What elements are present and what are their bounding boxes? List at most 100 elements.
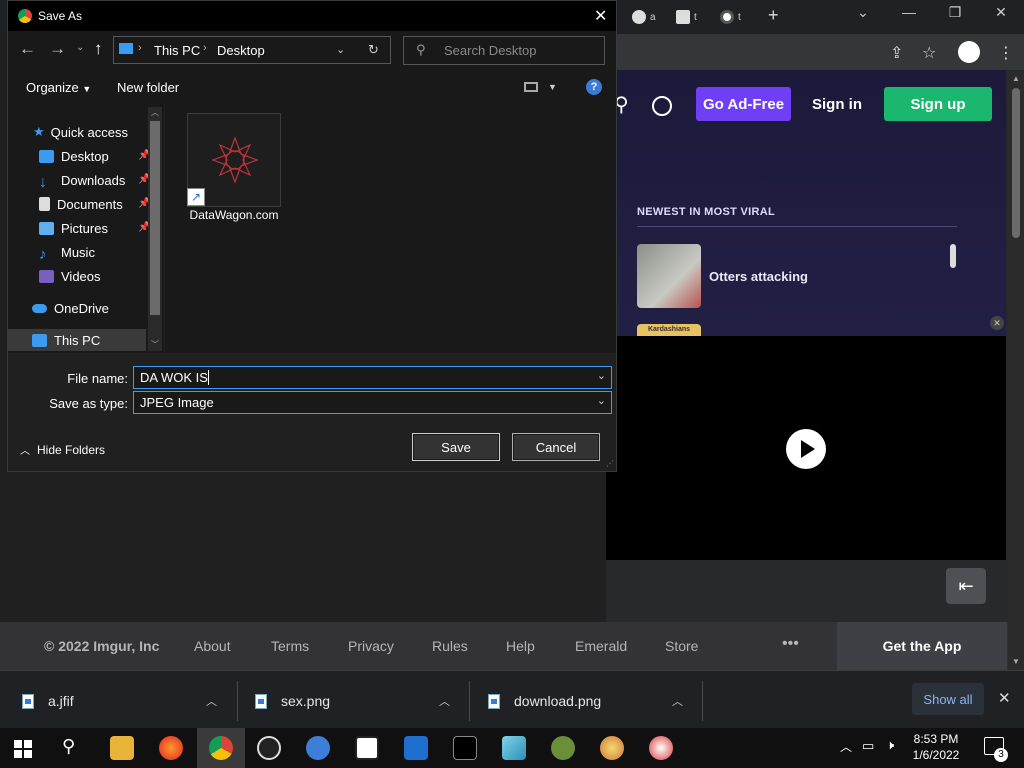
tree-item-music[interactable]: ♪ Music: [39, 241, 95, 263]
chrome-icon[interactable]: [209, 736, 233, 760]
tree-item-this-pc[interactable]: This PC: [32, 329, 100, 351]
chevron-up-icon[interactable]: ︿: [439, 693, 450, 709]
chevron-up-icon[interactable]: ︿: [672, 693, 683, 709]
footer-link-about[interactable]: About: [194, 638, 231, 654]
volume-muted-icon[interactable]: 🕨: [886, 737, 894, 753]
obs-icon[interactable]: [257, 736, 281, 760]
plant-app-icon[interactable]: [551, 736, 575, 760]
tab-search-icon[interactable]: ⌄: [840, 4, 886, 21]
post-thumbnail[interactable]: [637, 244, 701, 308]
close-window-button[interactable]: ✕: [978, 4, 1024, 21]
menu-kebab-icon[interactable]: ⋮: [998, 43, 1014, 63]
tree-item-pictures[interactable]: Pictures: [39, 217, 108, 239]
post-title[interactable]: Otters attacking: [709, 269, 808, 284]
minimize-button[interactable]: —: [886, 4, 932, 20]
tree-item-onedrive[interactable]: OneDrive: [32, 297, 109, 319]
tray-chevron-up-icon[interactable]: ︿: [840, 738, 852, 755]
hide-folders-button[interactable]: ︿ Hide Folders: [20, 442, 105, 457]
footer-link-emerald[interactable]: Emerald: [575, 638, 627, 654]
footer-link-terms[interactable]: Terms: [271, 638, 309, 654]
terminal-icon[interactable]: [453, 736, 477, 760]
scroll-down-icon[interactable]: ▼: [1012, 657, 1020, 666]
browser-tab[interactable]: t: [676, 6, 697, 28]
chevron-down-icon[interactable]: ⌄: [597, 394, 606, 407]
close-downloads-icon[interactable]: ✕: [998, 689, 1011, 707]
network-icon[interactable]: ▭: [862, 738, 874, 754]
save-button[interactable]: Save: [412, 433, 500, 461]
footer-link-store[interactable]: Store: [665, 638, 698, 654]
back-arrow-icon[interactable]: ←: [19, 39, 36, 59]
app-icon[interactable]: [502, 736, 526, 760]
qbittorrent-icon[interactable]: [306, 736, 330, 760]
post-thumbnail-2[interactable]: Kardashians: [637, 324, 701, 336]
restore-button[interactable]: ❐: [932, 4, 978, 21]
footer-link-privacy[interactable]: Privacy: [348, 638, 394, 654]
breadcrumb-desktop[interactable]: Desktop: [217, 43, 265, 58]
paint-icon[interactable]: [600, 736, 624, 760]
search-icon[interactable]: ⚲: [62, 736, 75, 757]
new-tab-button[interactable]: +: [768, 5, 779, 26]
get-the-app-button[interactable]: Get the App: [837, 622, 1007, 670]
show-all-button[interactable]: Show all: [912, 683, 984, 715]
file-name-label[interactable]: DataWagon.com: [181, 208, 287, 222]
carousel-scrollbar[interactable]: [950, 244, 956, 268]
profile-avatar-icon[interactable]: [958, 41, 980, 63]
download-item[interactable]: a.jfif ︿: [22, 679, 227, 723]
file-name-input[interactable]: DA WOK IS ⌄: [133, 366, 612, 389]
forward-arrow-icon[interactable]: →: [49, 39, 66, 59]
breadcrumb-this-pc[interactable]: This PC: [154, 43, 200, 58]
browser-tab[interactable]: a: [632, 6, 656, 28]
up-arrow-icon[interactable]: ↑: [94, 39, 103, 59]
address-bar[interactable]: › This PC › Desktop ⌄ ↻: [113, 36, 391, 64]
tree-scrollbar[interactable]: ︿ ﹀: [148, 107, 162, 351]
photos-icon[interactable]: [355, 736, 379, 760]
tree-item-videos[interactable]: Videos: [39, 265, 101, 287]
close-ad-icon[interactable]: ✕: [990, 316, 1004, 330]
scrollbar-thumb[interactable]: [1012, 88, 1020, 238]
resize-grip-icon[interactable]: ⋰: [606, 459, 614, 468]
help-icon[interactable]: ?: [586, 79, 602, 95]
scroll-up-icon[interactable]: ︿: [151, 107, 159, 118]
award-icon[interactable]: [652, 96, 672, 116]
sign-up-button[interactable]: Sign up: [884, 87, 992, 121]
scroll-up-icon[interactable]: ▲: [1012, 74, 1020, 83]
chevron-down-icon[interactable]: ⌄: [597, 369, 606, 382]
address-dropdown-icon[interactable]: ⌄: [336, 43, 345, 56]
recent-chevron-icon[interactable]: ⌄: [76, 42, 84, 53]
save-type-select[interactable]: JPEG Image ⌄: [133, 391, 612, 414]
firefox-icon[interactable]: [159, 736, 183, 760]
clock[interactable]: 8:53 PM 1/6/2022: [906, 731, 966, 763]
view-icon[interactable]: [524, 82, 538, 92]
tree-item-downloads[interactable]: ↓ Downloads: [39, 169, 125, 191]
footer-link-help[interactable]: Help: [506, 638, 535, 654]
chevron-up-icon[interactable]: ︿: [206, 693, 217, 709]
tree-item-documents[interactable]: Documents: [39, 193, 123, 215]
more-icon[interactable]: •••: [782, 635, 799, 653]
refresh-icon[interactable]: ↻: [368, 42, 379, 58]
browser-tab[interactable]: t: [720, 6, 741, 28]
page-scrollbar[interactable]: ▲ ▼: [1008, 72, 1024, 670]
download-item[interactable]: sex.png ︿: [255, 679, 460, 723]
file-item[interactable]: ↗: [187, 113, 281, 207]
sign-in-button[interactable]: Sign in: [806, 87, 868, 121]
scrollbar-thumb[interactable]: [150, 121, 160, 315]
play-icon[interactable]: [786, 429, 826, 469]
scroll-down-icon[interactable]: ﹀: [151, 339, 159, 350]
bookmark-star-icon[interactable]: ☆: [922, 43, 936, 63]
share-icon[interactable]: ⇪: [890, 43, 903, 63]
go-ad-free-button[interactable]: Go Ad-Free: [696, 87, 791, 121]
organize-button[interactable]: Organize ▼: [26, 80, 91, 95]
dialog-close-button[interactable]: ✕: [594, 6, 607, 26]
footer-link-rules[interactable]: Rules: [432, 638, 468, 654]
search-field[interactable]: ⚲ Search Desktop: [403, 36, 605, 65]
video-editor-icon[interactable]: [404, 736, 428, 760]
download-item[interactable]: download.png ︿: [488, 679, 693, 723]
snip-tool-icon[interactable]: [649, 736, 673, 760]
file-explorer-icon[interactable]: [110, 736, 134, 760]
tree-item-desktop[interactable]: Desktop: [39, 145, 109, 167]
tree-item-quick-access[interactable]: ★ Quick access: [33, 121, 128, 143]
exit-icon[interactable]: ⇤: [946, 568, 986, 604]
new-folder-button[interactable]: New folder: [117, 80, 179, 95]
cancel-button[interactable]: Cancel: [512, 433, 600, 461]
windows-start-icon[interactable]: [14, 740, 32, 758]
